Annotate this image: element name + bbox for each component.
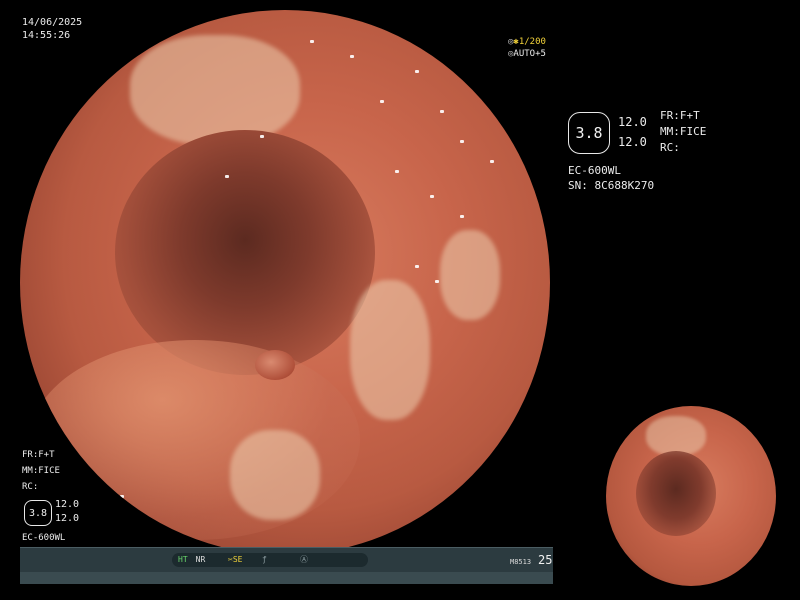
mode-info-left: FR:F+T MM:FICE RC: xyxy=(22,447,60,495)
mucosa-patch xyxy=(350,280,430,420)
ht-label: HT xyxy=(178,555,188,564)
specular-highlight xyxy=(380,100,384,103)
value-2: 12.0 xyxy=(618,135,647,149)
auto-icon: Ⓐ xyxy=(294,553,368,567)
image-count: 25 xyxy=(538,553,553,567)
thumbnail-view xyxy=(606,406,776,586)
rc-mode: RC: xyxy=(22,482,39,492)
specular-highlight xyxy=(460,215,464,218)
specular-highlight xyxy=(350,55,354,58)
lumen xyxy=(636,451,716,536)
date-text: 14/06/2025 xyxy=(22,17,83,28)
zoom-id: M8513 xyxy=(510,558,532,566)
auto-text: AUTO+5 xyxy=(513,49,546,59)
mm-mode: MM:FICE xyxy=(660,125,707,138)
specular-highlight xyxy=(120,495,124,498)
settings-values: 12.0 12.0 xyxy=(618,112,647,152)
mucosa-patch xyxy=(646,416,706,456)
status-bar: HT NR ✂SE ƒ Ⓐ M8513 25 xyxy=(20,547,553,584)
magnification-text: ✱1/200 xyxy=(513,37,546,47)
endoscopy-screen: 14/06/2025 14:55:26 ◎✱1/200 ◎AUTO+5 3.8 … xyxy=(0,0,800,600)
badge-value: 3.8 xyxy=(28,507,48,519)
rc-mode: RC: xyxy=(660,141,680,154)
specular-highlight xyxy=(225,175,229,178)
specular-highlight xyxy=(435,280,439,283)
specular-highlight xyxy=(415,70,419,73)
status-bar-lower xyxy=(20,572,553,584)
value-1: 12.0 xyxy=(618,115,647,129)
mucosal-fold xyxy=(30,340,360,540)
scope-info: EC-600WL SN: 8C688K270 xyxy=(568,163,654,193)
structure-enhancement-badge-left: 3.8 xyxy=(24,500,52,526)
fr-mode: FR:F+T xyxy=(660,109,700,122)
mucosa-patch xyxy=(130,35,300,145)
specular-highlight xyxy=(395,170,399,173)
specular-highlight xyxy=(415,265,419,268)
specular-highlight xyxy=(460,140,464,143)
specular-highlight xyxy=(430,195,434,198)
polyp-nodule xyxy=(255,350,295,380)
badge-value: 3.8 xyxy=(575,124,603,142)
nr-label: NR xyxy=(195,555,206,564)
mode-info: FR:F+T MM:FICE RC: xyxy=(660,108,706,156)
lumen xyxy=(115,130,375,375)
se-label: SE xyxy=(232,555,243,564)
zoom-info: ◎✱1/200 ◎AUTO+5 xyxy=(508,36,546,60)
specular-highlight xyxy=(260,135,264,138)
mucosa-patch xyxy=(230,430,320,520)
scope-model: EC-600WL xyxy=(568,164,621,177)
scope-serial: SN: 8C688K270 xyxy=(568,179,655,192)
mucosa-patch xyxy=(440,230,500,320)
specular-highlight xyxy=(310,40,314,43)
value-2: 12.0 xyxy=(55,513,80,524)
specular-highlight xyxy=(440,110,444,113)
specular-highlight xyxy=(490,160,494,163)
scope-model-left: EC-600WL xyxy=(22,533,66,543)
date-time: 14/06/2025 14:55:26 xyxy=(22,16,82,42)
value-1: 12.0 xyxy=(55,499,80,510)
time-text: 14:55:26 xyxy=(22,30,71,41)
structure-enhancement-badge: 3.8 xyxy=(568,112,610,154)
mm-mode: MM:FICE xyxy=(22,466,60,476)
settings-values-left: 12.0 12.0 xyxy=(55,498,79,526)
fr-mode: FR:F+T xyxy=(22,450,55,460)
main-endoscopic-view xyxy=(20,10,550,555)
